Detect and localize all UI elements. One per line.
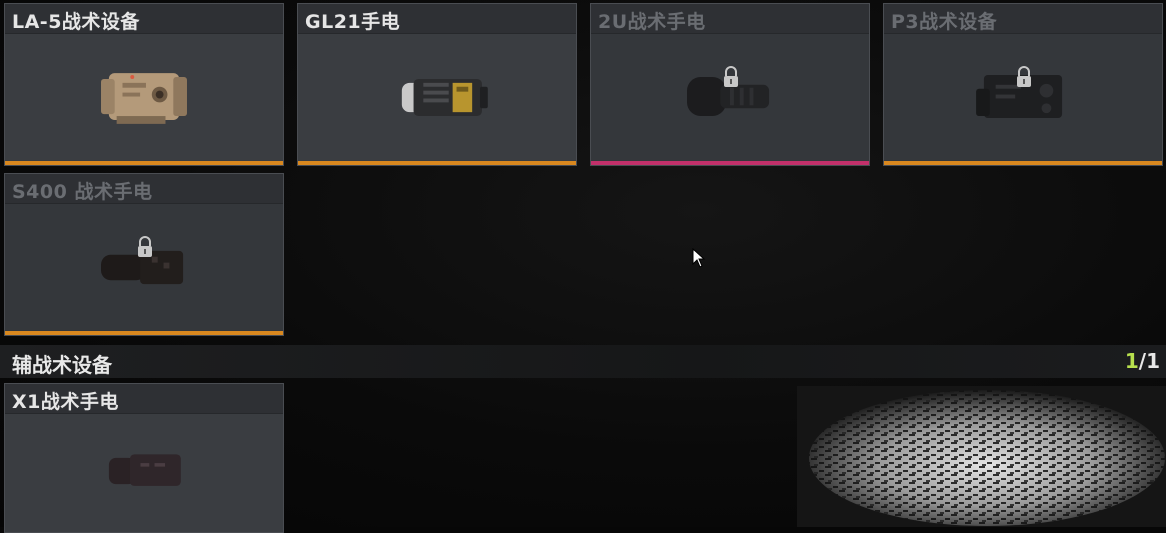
card-title: GL21手电 bbox=[305, 11, 401, 33]
slot-count-total: 1 bbox=[1146, 349, 1160, 373]
card-title: 2U战术手电 bbox=[598, 11, 706, 33]
slot-count: 1/1 bbox=[1125, 349, 1160, 373]
card-title: LA-5战术设备 bbox=[12, 11, 140, 33]
lock-icon bbox=[724, 66, 738, 87]
card-title: P3战术设备 bbox=[891, 11, 998, 33]
slot-count-separator: / bbox=[1138, 349, 1147, 373]
p3-tactical-device-icon bbox=[884, 34, 1162, 161]
s400-tactical-flashlight-icon bbox=[5, 204, 283, 331]
attachment-card-p3[interactable]: P3战术设备 bbox=[883, 3, 1163, 166]
la5-laser-device-icon bbox=[5, 34, 283, 161]
attachment-card-la5[interactable]: LA-5战术设备 bbox=[4, 3, 284, 166]
rarity-bar bbox=[5, 161, 283, 165]
section-title: 辅战术设备 bbox=[12, 353, 112, 377]
attachment-card-s400[interactable]: S400 战术手电 bbox=[4, 173, 284, 336]
rarity-bar bbox=[591, 161, 869, 165]
flashlight-beam-preview-icon bbox=[797, 386, 1166, 527]
card-title: X1战术手电 bbox=[12, 391, 119, 413]
secondary-tactical-section-header: 辅战术设备 1/1 bbox=[0, 345, 1166, 378]
card-title: S400 战术手电 bbox=[12, 181, 153, 203]
attachment-card-2u[interactable]: 2U战术手电 bbox=[590, 3, 870, 166]
attachment-card-x1[interactable]: X1战术手电 bbox=[4, 383, 284, 533]
lock-icon bbox=[138, 236, 152, 257]
rarity-bar bbox=[5, 331, 283, 335]
mouse-cursor-icon bbox=[692, 248, 706, 268]
flashlight-beam-preview bbox=[797, 386, 1166, 527]
x1-tactical-flashlight-icon bbox=[5, 414, 283, 528]
gl21-flashlight-icon bbox=[298, 34, 576, 161]
rarity-bar bbox=[884, 161, 1162, 165]
slot-count-current: 1 bbox=[1124, 349, 1139, 373]
2u-tactical-flashlight-icon bbox=[591, 34, 869, 161]
rarity-bar bbox=[298, 161, 576, 165]
attachment-card-gl21[interactable]: GL21手电 bbox=[297, 3, 577, 166]
lock-icon bbox=[1017, 66, 1031, 87]
